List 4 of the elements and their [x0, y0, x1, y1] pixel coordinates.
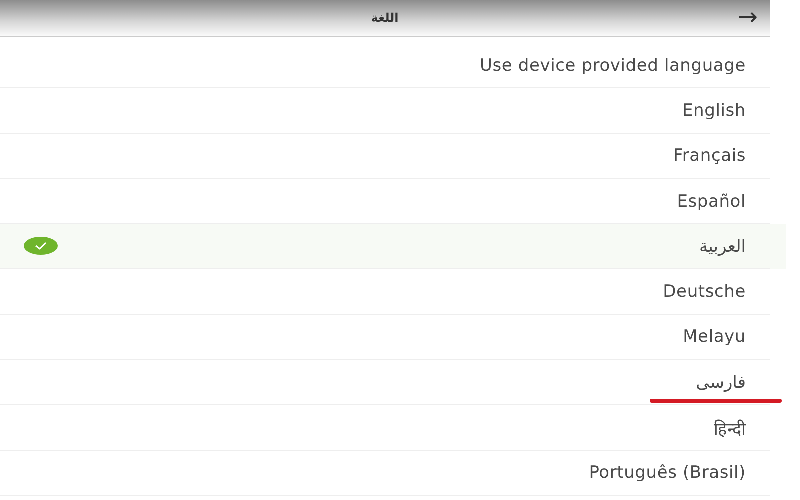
screen-title: اللغة	[371, 11, 399, 25]
check-icon	[24, 237, 58, 256]
language-option[interactable]: العربية	[0, 224, 786, 270]
back-button[interactable]: →	[734, 4, 762, 30]
